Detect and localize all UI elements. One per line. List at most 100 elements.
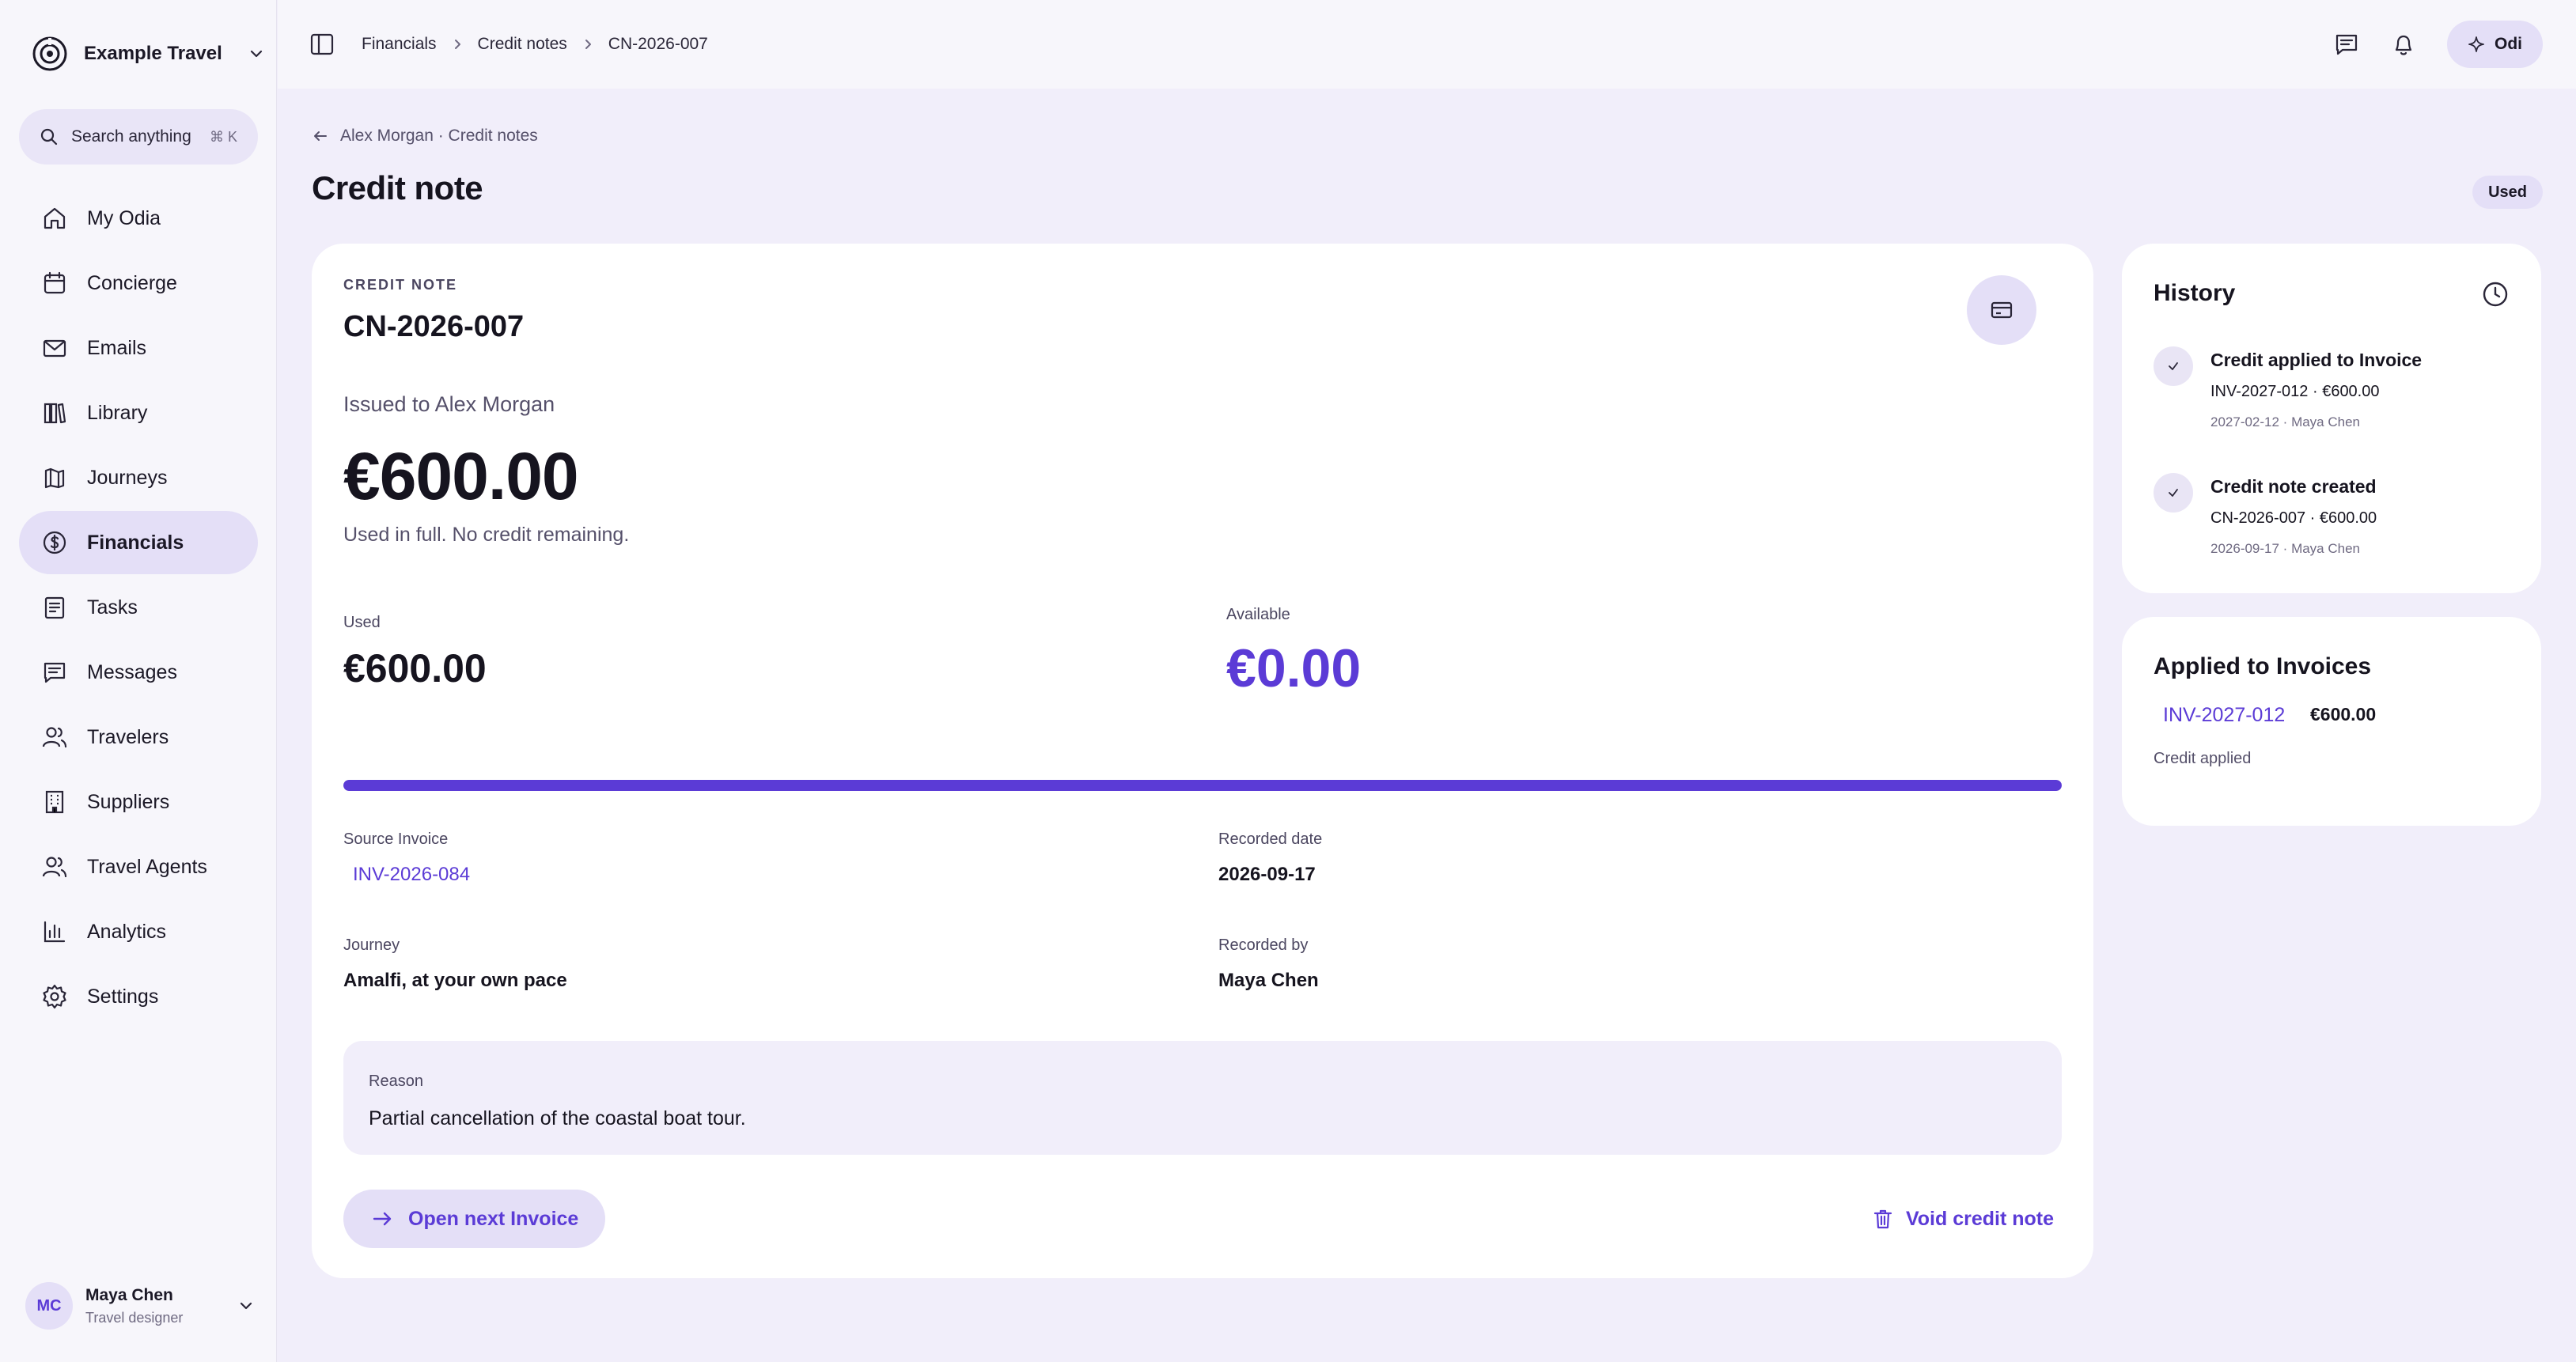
- applied-invoice-amount: €600.00: [2310, 704, 2377, 725]
- recorded-by-label: Recorded by: [1218, 936, 1309, 954]
- nav-label: Emails: [87, 336, 147, 359]
- user-role: Travel designer: [85, 1309, 184, 1326]
- credit-card-icon: [1991, 301, 2013, 319]
- used-label: Used: [343, 614, 381, 631]
- void-credit-note-button[interactable]: Void credit note: [1871, 1190, 2054, 1248]
- dollar-circle-icon: [43, 531, 66, 554]
- nav-item-library[interactable]: Library: [19, 381, 258, 445]
- nav-label: Messages: [87, 660, 177, 683]
- check-icon: [2154, 473, 2193, 513]
- breadcrumb-financials[interactable]: Financials: [362, 35, 437, 54]
- open-next-invoice-label: Open next Invoice: [408, 1207, 579, 1230]
- payment-card-button[interactable]: [1967, 275, 2036, 345]
- nav-item-suppliers[interactable]: Suppliers: [19, 770, 258, 834]
- workspace-switcher[interactable]: Example Travel: [32, 35, 265, 73]
- arrow-right-icon: [373, 1212, 392, 1226]
- usage-progress-fill: [343, 780, 2062, 791]
- void-credit-note-label: Void credit note: [1905, 1207, 2054, 1230]
- home-icon: [44, 207, 66, 229]
- tasks-icon: [44, 596, 65, 619]
- history-title: History: [2154, 280, 2236, 306]
- reason-box: Reason Partial cancellation of the coast…: [343, 1041, 2062, 1155]
- event-meta: 2026-09-17 · Maya Chen: [2210, 541, 2361, 556]
- nav-label: Financials: [87, 531, 184, 554]
- open-next-invoice-button[interactable]: Open next Invoice: [343, 1190, 606, 1248]
- applied-title: Applied to Invoices: [2154, 653, 2372, 679]
- nav-item-travelers[interactable]: Travelers: [19, 706, 258, 769]
- chevron-right-icon: [454, 40, 460, 49]
- source-invoice-label: Source Invoice: [343, 830, 449, 848]
- workspace-name: Example Travel: [84, 43, 222, 64]
- library-icon: [44, 403, 66, 424]
- gear-icon: [43, 984, 66, 1009]
- bell-icon[interactable]: [2390, 31, 2417, 58]
- search-input[interactable]: Search anything ⌘ K: [19, 109, 258, 165]
- nav-label: Journeys: [87, 466, 168, 489]
- reason-label: Reason: [369, 1073, 423, 1090]
- credit-note-card: CREDIT NOTE CN-2026-007 Issued to Alex M…: [312, 244, 2093, 1278]
- recorded-date-label: Recorded date: [1218, 830, 1323, 848]
- chat-icon[interactable]: [2333, 31, 2360, 58]
- nav-item-analytics[interactable]: Analytics: [19, 900, 258, 963]
- clock-icon[interactable]: [2481, 280, 2510, 308]
- history-event: Credit applied to Invoice INV-2027-012 ·…: [2154, 346, 2517, 441]
- page-title: Credit note: [312, 169, 483, 206]
- source-invoice-link[interactable]: INV-2026-084: [343, 861, 479, 889]
- search-shortcut: ⌘ K: [209, 128, 237, 145]
- nav-item-settings[interactable]: Settings: [19, 965, 258, 1028]
- amount-note: Used in full. No credit remaining.: [343, 524, 630, 546]
- journeys-icon: [44, 467, 65, 489]
- applied-invoices-card: Applied to Invoices INV-2027-012 €600.00…: [2122, 617, 2541, 826]
- sidebar: Example Travel Search anything ⌘ K My Od…: [0, 0, 277, 1362]
- nav-item-journeys[interactable]: Journeys: [19, 446, 258, 509]
- event-detail: CN-2026-007 · €600.00: [2210, 509, 2377, 527]
- event-title: Credit note created: [2210, 476, 2377, 497]
- main-nav: My Odia Concierge Emails Library Journey…: [19, 187, 258, 1030]
- status-badge: Used: [2472, 176, 2543, 209]
- nav-label: Library: [87, 401, 148, 424]
- user-name: Maya Chen: [85, 1285, 173, 1304]
- card-eyebrow: CREDIT NOTE: [343, 277, 458, 293]
- user-menu[interactable]: MC Maya Chen Travel designer: [25, 1278, 255, 1334]
- search-placeholder: Search anything: [71, 127, 191, 146]
- topbar-actions: Odi: [2333, 21, 2543, 68]
- nav-item-emails[interactable]: Emails: [19, 316, 258, 380]
- nav-item-financials[interactable]: Financials: [19, 511, 258, 574]
- nav-item-tasks[interactable]: Tasks: [19, 576, 258, 639]
- reason-text: Partial cancellation of the coastal boat…: [369, 1107, 746, 1129]
- arrow-left-icon: [314, 131, 327, 141]
- topbar: Financials Credit notes CN-2026-007 Odi: [278, 0, 2576, 89]
- journey-label: Journey: [343, 936, 400, 954]
- nav-label: Travelers: [87, 725, 169, 748]
- assistant-button[interactable]: Odi: [2447, 21, 2543, 68]
- nav-item-concierge[interactable]: Concierge: [19, 252, 258, 315]
- applied-invoice-status: Credit applied: [2154, 750, 2252, 767]
- back-link[interactable]: Alex Morgan · Credit notes: [312, 127, 538, 146]
- available-value: €0.00: [1226, 638, 1362, 698]
- nav-label: Settings: [87, 985, 159, 1008]
- nav-label: Tasks: [87, 596, 138, 619]
- back-label: Alex Morgan · Credit notes: [340, 127, 538, 145]
- nav-label: Suppliers: [87, 790, 170, 813]
- breadcrumb: Financials Credit notes CN-2026-007: [362, 32, 708, 57]
- mail-icon: [43, 339, 66, 358]
- chevron-down-icon: [250, 50, 262, 58]
- trash-icon: [1873, 1209, 1892, 1229]
- message-icon: [44, 662, 66, 683]
- event-meta: 2027-02-12 · Maya Chen: [2210, 414, 2361, 429]
- sidebar-toggle-icon[interactable]: [309, 32, 335, 57]
- user-meta: Maya Chen Travel designer: [85, 1286, 225, 1326]
- available-label: Available: [1226, 606, 1290, 623]
- chevron-down-icon: [240, 1302, 252, 1310]
- agents-icon: [42, 857, 67, 878]
- event-detail: INV-2027-012 · €600.00: [2210, 383, 2380, 400]
- brand-logo-icon: [32, 36, 67, 71]
- nav-item-messages[interactable]: Messages: [19, 641, 258, 704]
- nav-item-my-odia[interactable]: My Odia: [19, 187, 258, 250]
- applied-invoice-link[interactable]: INV-2027-012: [2154, 699, 2294, 732]
- bar-chart-icon: [44, 921, 66, 943]
- journey-value: Amalfi, at your own pace: [343, 970, 567, 991]
- nav-label: Analytics: [87, 920, 167, 943]
- nav-item-travel-agents[interactable]: Travel Agents: [19, 835, 258, 899]
- breadcrumb-credit-notes[interactable]: Credit notes: [478, 35, 567, 54]
